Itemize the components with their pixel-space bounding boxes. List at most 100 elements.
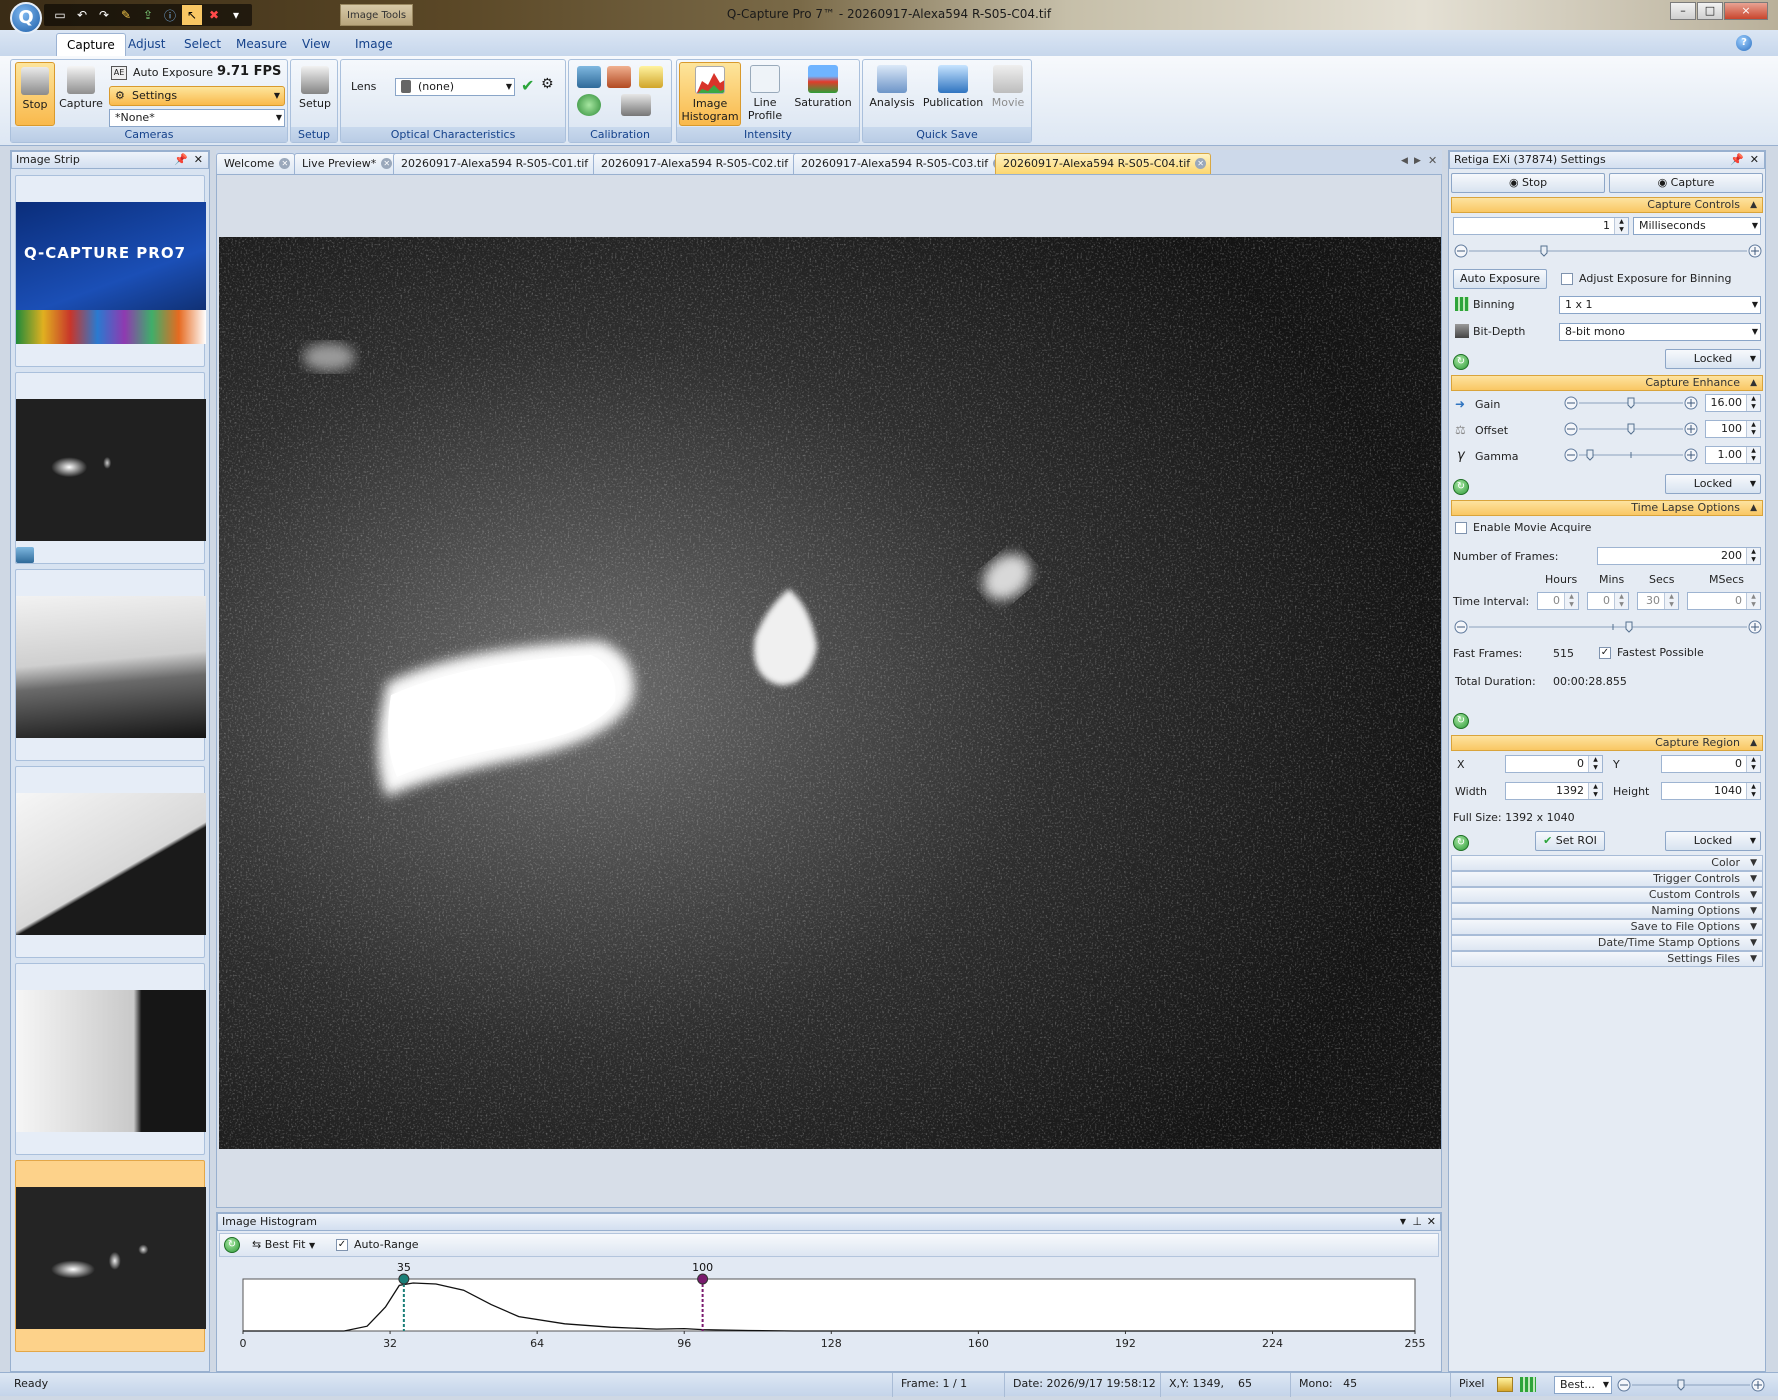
best-fit-dropdown[interactable]: ⇆ Best Fit ▼ xyxy=(252,1238,315,1251)
save-to-file-options-header[interactable]: Save to File Options ▼ xyxy=(1451,919,1763,935)
binning-dropdown[interactable]: 1 x 1 ▼ xyxy=(1559,296,1761,314)
frames-field[interactable]: 200 ▲ ▼ xyxy=(1597,547,1761,565)
spin-icon[interactable]: ▲ ▼ xyxy=(1614,593,1628,609)
offset-field[interactable]: 100 ▲ ▼ xyxy=(1705,420,1761,438)
spin-icon[interactable]: ▲ ▼ xyxy=(1614,218,1628,234)
controls-locked-dropdown[interactable]: Locked ▼ xyxy=(1665,349,1761,369)
exposure-slider[interactable] xyxy=(1453,243,1763,259)
tab-select[interactable]: Select xyxy=(174,33,231,56)
spin-icon[interactable]: ▲ ▼ xyxy=(1746,548,1760,564)
region-y-field[interactable]: 0 ▲ ▼ xyxy=(1661,755,1761,773)
close-icon[interactable]: ✕ xyxy=(1195,158,1207,169)
spin-icon[interactable]: ▲ ▼ xyxy=(1664,593,1678,609)
setup-button[interactable]: Setup xyxy=(295,62,335,126)
spin-icon[interactable]: ▲ ▼ xyxy=(1746,447,1760,463)
thumbnail-c02[interactable] xyxy=(15,766,206,958)
live-video-icon[interactable] xyxy=(16,547,34,563)
stop-capture-button[interactable]: Stop xyxy=(15,62,55,126)
settings-capture-button[interactable]: ◉ Capture xyxy=(1609,173,1763,193)
pin-icon[interactable]: ⊥ xyxy=(1412,1214,1422,1230)
refresh-calibration-icon[interactable] xyxy=(577,94,601,116)
fit-view-icon[interactable] xyxy=(1497,1377,1513,1392)
microscope-image[interactable] xyxy=(219,237,1441,1149)
reset-region-icon[interactable]: ↻ xyxy=(1453,835,1469,851)
tab-adjust[interactable]: Adjust xyxy=(118,33,176,56)
msecs-field[interactable]: 0 ▲ ▼ xyxy=(1687,592,1761,610)
thumbnail-c03[interactable] xyxy=(15,963,206,1155)
auto-exposure-settings-button[interactable]: Auto Exposure xyxy=(1453,269,1547,289)
set-roi-button[interactable]: ✔ Set ROI xyxy=(1535,831,1605,851)
fastest-possible-checkbox[interactable]: ✓ xyxy=(1599,647,1611,659)
reset-controls-icon[interactable]: ↻ xyxy=(1453,354,1469,370)
thumbnail-c04[interactable] xyxy=(15,1160,206,1352)
tab-scroll-right-icon[interactable]: ▶ xyxy=(1414,156,1421,166)
hours-field[interactable]: 0 ▲ ▼ xyxy=(1537,592,1579,610)
spin-icon[interactable]: ▲ ▼ xyxy=(1746,593,1760,609)
camera-calibration-icon[interactable] xyxy=(621,94,651,116)
settings-files-header[interactable]: Settings Files ▼ xyxy=(1451,951,1763,967)
spin-icon[interactable]: ▲ ▼ xyxy=(1746,756,1760,772)
naming-options-header[interactable]: Naming Options ▼ xyxy=(1451,903,1763,919)
apply-check-icon[interactable]: ✔ xyxy=(521,76,534,95)
settings-dropdown[interactable]: Settings ⚙ ▼ xyxy=(109,86,285,106)
movie-button[interactable]: Movie xyxy=(987,62,1029,126)
gain-field[interactable]: 16.00 ▲ ▼ xyxy=(1705,394,1761,412)
lens-settings-icon[interactable]: ⚙ xyxy=(541,76,554,92)
grid-view-icon[interactable] xyxy=(1520,1377,1536,1392)
tab-image[interactable]: Image xyxy=(345,33,403,56)
white-point-marker[interactable] xyxy=(697,1273,709,1285)
spin-icon[interactable]: ▲ ▼ xyxy=(1746,421,1760,437)
gamma-slider[interactable] xyxy=(1563,447,1699,463)
region-height-field[interactable]: 1040 ▲ ▼ xyxy=(1661,782,1761,800)
doc-tab-live-preview[interactable]: Live Preview* ✕ xyxy=(294,153,398,174)
bit-depth-dropdown[interactable]: 8-bit mono ▼ xyxy=(1559,323,1761,341)
secs-field[interactable]: 30 ▲ ▼ xyxy=(1637,592,1679,610)
minimize-button[interactable]: – xyxy=(1670,2,1696,20)
gain-slider[interactable] xyxy=(1563,395,1699,411)
pin-icon[interactable]: 📌 xyxy=(1730,152,1744,168)
preset-dropdown[interactable]: *None* ▼ xyxy=(109,109,285,127)
tab-measure[interactable]: Measure xyxy=(226,33,297,56)
pin-icon[interactable]: 📌 xyxy=(174,152,188,168)
spin-icon[interactable]: ▲ ▼ xyxy=(1746,395,1760,411)
chevron-down-icon[interactable]: ▼ xyxy=(1400,1214,1406,1230)
publication-button[interactable]: Publication xyxy=(921,62,985,126)
capture-controls-header[interactable]: Capture Controls ▲ xyxy=(1451,197,1763,213)
offset-slider[interactable] xyxy=(1563,421,1699,437)
auto-range-checkbox[interactable]: ✓ xyxy=(336,1239,348,1251)
settings-stop-button[interactable]: ◉ Stop xyxy=(1451,173,1605,193)
spin-icon[interactable]: ▲ ▼ xyxy=(1746,783,1760,799)
close-icon[interactable]: ✕ xyxy=(1428,154,1437,167)
help-icon[interactable]: ? xyxy=(1736,35,1752,51)
time-lapse-header[interactable]: Time Lapse Options ▲ xyxy=(1451,500,1763,516)
reset-icon[interactable]: ↻ xyxy=(224,1237,240,1253)
custom-controls-header[interactable]: Custom Controls ▼ xyxy=(1451,887,1763,903)
auto-exposure-button[interactable]: Auto Exposure xyxy=(133,66,213,79)
doc-tab-c01[interactable]: 20260917-Alexa594 R-S05-C01.tif✕ xyxy=(393,153,610,174)
spin-icon[interactable]: ▲ ▼ xyxy=(1588,783,1602,799)
zoom-dropdown[interactable]: Best... ▼ xyxy=(1554,1376,1612,1394)
maximize-button[interactable]: □ xyxy=(1697,2,1723,20)
thumbnail-splash[interactable]: Q-CAPTURE PRO7 xyxy=(15,175,206,367)
capture-button[interactable]: Capture xyxy=(59,62,103,126)
color-section-header[interactable]: Color ▼ xyxy=(1451,855,1763,871)
thumbnail-c01[interactable] xyxy=(15,569,206,761)
capture-region-header[interactable]: Capture Region ▲ xyxy=(1451,735,1763,751)
doc-tab-c04[interactable]: 20260917-Alexa594 R-S05-C04.tif ✕ xyxy=(995,153,1212,174)
close-icon[interactable]: ✕ xyxy=(194,152,203,168)
tab-scroll-left-icon[interactable]: ◀ xyxy=(1401,156,1408,166)
ruler-icon[interactable] xyxy=(639,66,663,88)
trigger-controls-header[interactable]: Trigger Controls ▼ xyxy=(1451,871,1763,887)
image-histogram-button[interactable]: Image Histogram xyxy=(679,62,741,126)
app-logo-icon[interactable]: Q xyxy=(10,2,42,34)
region-width-field[interactable]: 1392 ▲ ▼ xyxy=(1505,782,1603,800)
enhance-locked-dropdown[interactable]: Locked ▼ xyxy=(1665,474,1761,494)
doc-tab-welcome[interactable]: Welcome ✕ xyxy=(216,153,296,174)
tab-view[interactable]: View xyxy=(292,33,340,56)
histogram-chart[interactable]: 0 32 64 96 128 160 192 224 255 35 100 xyxy=(217,1259,1441,1371)
close-icon[interactable]: ✕ xyxy=(279,158,291,169)
mins-field[interactable]: 0 ▲ ▼ xyxy=(1587,592,1629,610)
calibrate-color-icon[interactable] xyxy=(607,66,631,88)
line-profile-button[interactable]: Line Profile xyxy=(743,62,787,126)
gamma-field[interactable]: 1.00 ▲ ▼ xyxy=(1705,446,1761,464)
